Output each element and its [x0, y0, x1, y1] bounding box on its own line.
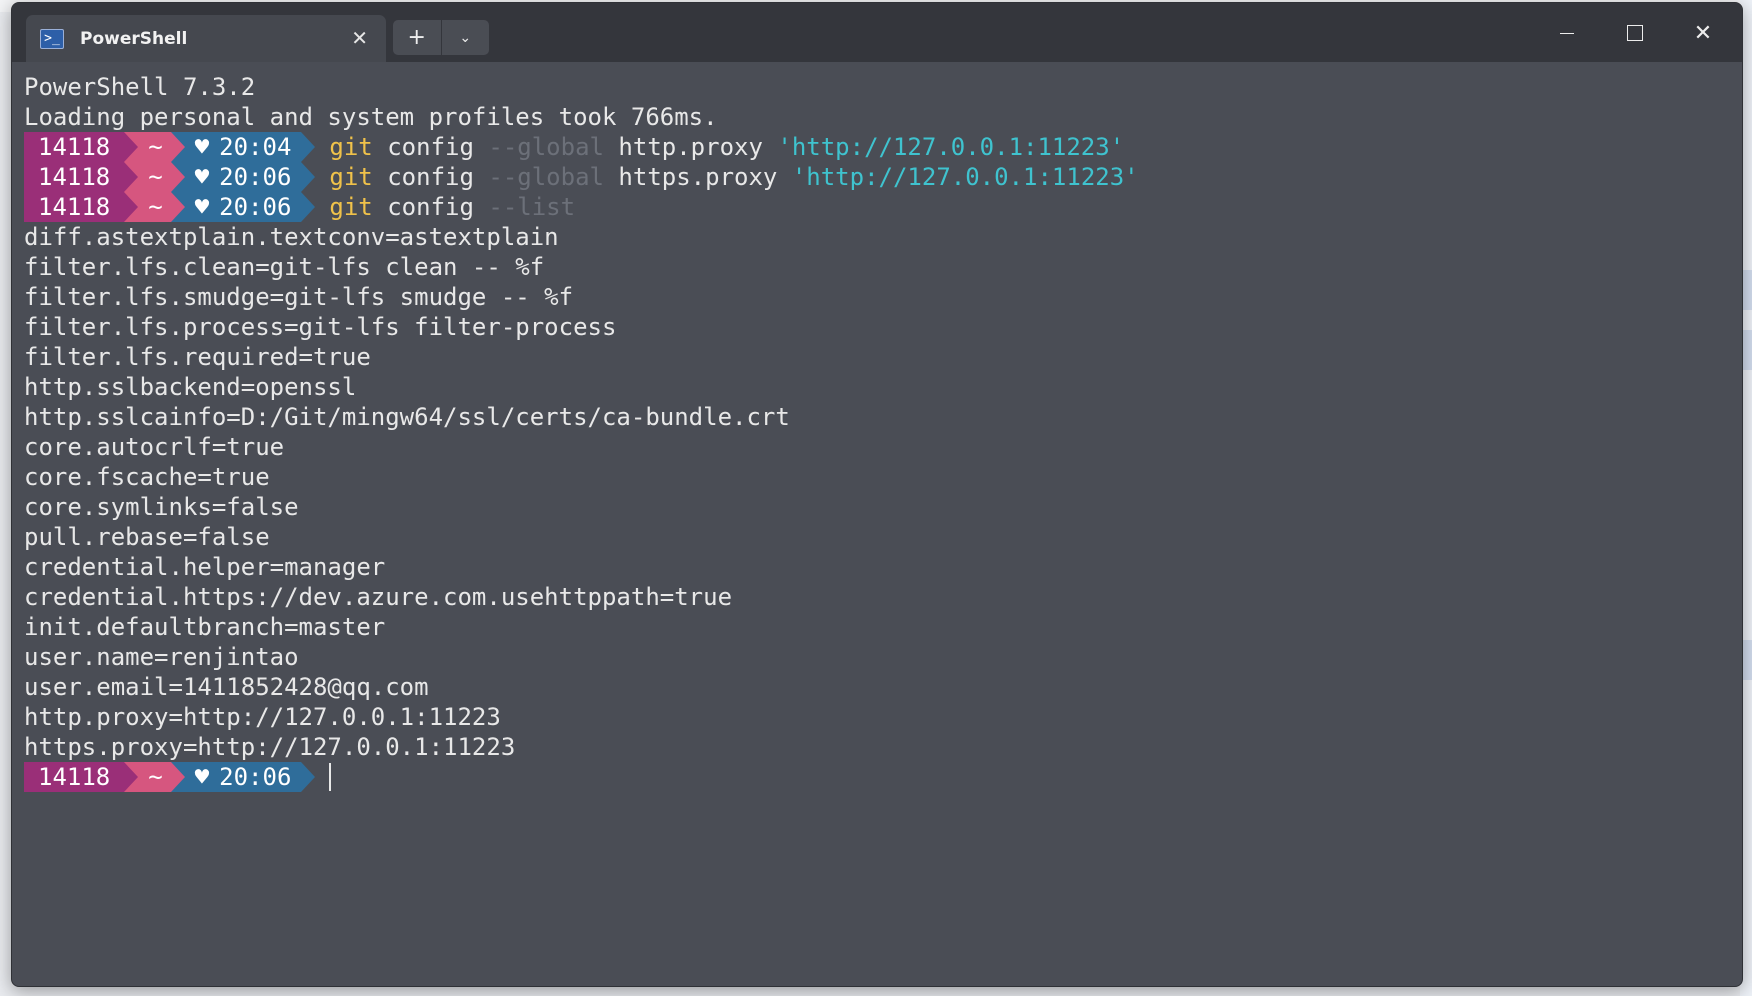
output-line: core.autocrlf=true	[24, 433, 285, 461]
maximize-icon	[1627, 25, 1643, 41]
banner-line: Loading personal and system profiles too…	[24, 103, 718, 131]
output-line: http.proxy=http://127.0.0.1:11223	[24, 703, 501, 731]
command-text: git config --list	[329, 192, 575, 222]
prompt-separator	[301, 132, 316, 162]
prompt-time: ♥ 20:04	[170, 132, 316, 162]
prompt-pid: 14118	[24, 132, 139, 162]
command-git: git	[329, 133, 373, 161]
maximize-button[interactable]	[1610, 15, 1660, 51]
output-line: core.symlinks=false	[24, 493, 299, 521]
output-line: filter.lfs.smudge=git-lfs smudge -- %f	[24, 283, 574, 311]
heart-icon: ♥	[194, 163, 210, 191]
output-line: user.name=renjintao	[24, 643, 299, 671]
new-tab-group: + ⌄	[393, 20, 489, 55]
prompt-time-text: 20:06	[219, 193, 292, 221]
prompt-time-text: 20:06	[219, 763, 292, 791]
command-key: http.proxy	[618, 133, 763, 161]
command-text: git config --global https.proxy 'http://…	[329, 162, 1138, 192]
terminal-window: >_ PowerShell ✕ + ⌄ ✕ PowerShell 7.3.2 L…	[11, 2, 1743, 987]
powershell-icon: >_	[40, 28, 64, 49]
prompt-separator	[170, 162, 185, 192]
output-line: filter.lfs.required=true	[24, 343, 371, 371]
prompt-separator	[301, 192, 316, 222]
command-git: git	[329, 163, 373, 191]
command-history: 14118 ~ ♥ 20:04 git config --global http.pro…	[24, 132, 1724, 222]
command-verb: config	[387, 163, 474, 191]
command-value: 'http://127.0.0.1:11223'	[777, 133, 1125, 161]
command-text: git config --global http.proxy 'http://1…	[329, 132, 1124, 162]
command-value: 'http://127.0.0.1:11223'	[791, 163, 1139, 191]
tab-powershell[interactable]: >_ PowerShell ✕	[26, 15, 386, 62]
output-line: https.proxy=http://127.0.0.1:11223	[24, 733, 516, 761]
prompt-separator	[124, 762, 139, 792]
prompt-separator	[124, 162, 139, 192]
output-line: filter.lfs.process=git-lfs filter-proces…	[24, 313, 617, 341]
output-line: http.sslbackend=openssl	[24, 373, 357, 401]
prompt-pid: 14118	[24, 762, 139, 792]
prompt-time: ♥ 20:06	[170, 192, 316, 222]
text-cursor	[329, 763, 332, 791]
output-line: diff.astextplain.textconv=astextplain	[24, 223, 559, 251]
command-verb: config	[387, 133, 474, 161]
output-line: init.defaultbranch=master	[24, 613, 386, 641]
prompt-time-text: 20:04	[219, 133, 292, 161]
close-window-button[interactable]: ✕	[1678, 15, 1728, 51]
title-bar: >_ PowerShell ✕ + ⌄ ✕	[12, 3, 1742, 62]
minimize-button[interactable]	[1542, 15, 1592, 51]
banner-line: PowerShell 7.3.2	[24, 73, 256, 101]
command-flag: --list	[488, 193, 576, 221]
close-tab-icon[interactable]: ✕	[351, 28, 368, 48]
prompt-time: ♥ 20:06	[170, 762, 316, 792]
prompt-separator	[124, 132, 139, 162]
prompt-separator	[170, 762, 185, 792]
prompt-separator	[301, 762, 316, 792]
prompt-time-text: 20:06	[219, 163, 292, 191]
new-tab-button[interactable]: +	[393, 20, 441, 55]
output-line: core.fscache=true	[24, 463, 270, 491]
prompt-separator	[170, 132, 185, 162]
active-prompt-line[interactable]: 14118 ~ ♥ 20:06	[24, 762, 1724, 792]
command-key: https.proxy	[618, 163, 778, 191]
prompt-pid: 14118	[24, 162, 139, 192]
command-flag: --global	[488, 163, 604, 191]
heart-icon: ♥	[194, 763, 210, 791]
prompt-separator	[170, 192, 185, 222]
output-line: http.sslcainfo=D:/Git/mingw64/ssl/certs/…	[24, 403, 790, 431]
heart-icon: ♥	[194, 193, 210, 221]
output-line: credential.https://dev.azure.com.usehttp…	[24, 583, 733, 611]
heart-icon: ♥	[194, 133, 210, 161]
command-line: 14118 ~ ♥ 20:06 git config --global https.pr…	[24, 162, 1724, 192]
chevron-down-icon[interactable]: ⌄	[440, 20, 490, 55]
prompt-time: ♥ 20:06	[170, 162, 316, 192]
command-line: 14118 ~ ♥ 20:04 git config --global http.pro…	[24, 132, 1724, 162]
command-verb: config	[387, 193, 474, 221]
output-line: pull.rebase=false	[24, 523, 270, 551]
minimize-icon	[1560, 32, 1574, 34]
terminal-output[interactable]: PowerShell 7.3.2 Loading personal and sy…	[24, 72, 1724, 972]
command-flag: --global	[488, 133, 604, 161]
command-output: diff.astextplain.textconv=astextplain fil…	[24, 222, 1724, 762]
output-line: filter.lfs.clean=git-lfs clean -- %f	[24, 253, 545, 281]
command-git: git	[329, 193, 373, 221]
prompt-pid: 14118	[24, 192, 139, 222]
command-line: 14118 ~ ♥ 20:06 git config --list	[24, 192, 1724, 222]
output-line: credential.helper=manager	[24, 553, 386, 581]
tab-title: PowerShell	[80, 28, 188, 49]
prompt-separator	[301, 162, 316, 192]
prompt-separator	[124, 192, 139, 222]
output-line: user.email=1411852428@qq.com	[24, 673, 429, 701]
